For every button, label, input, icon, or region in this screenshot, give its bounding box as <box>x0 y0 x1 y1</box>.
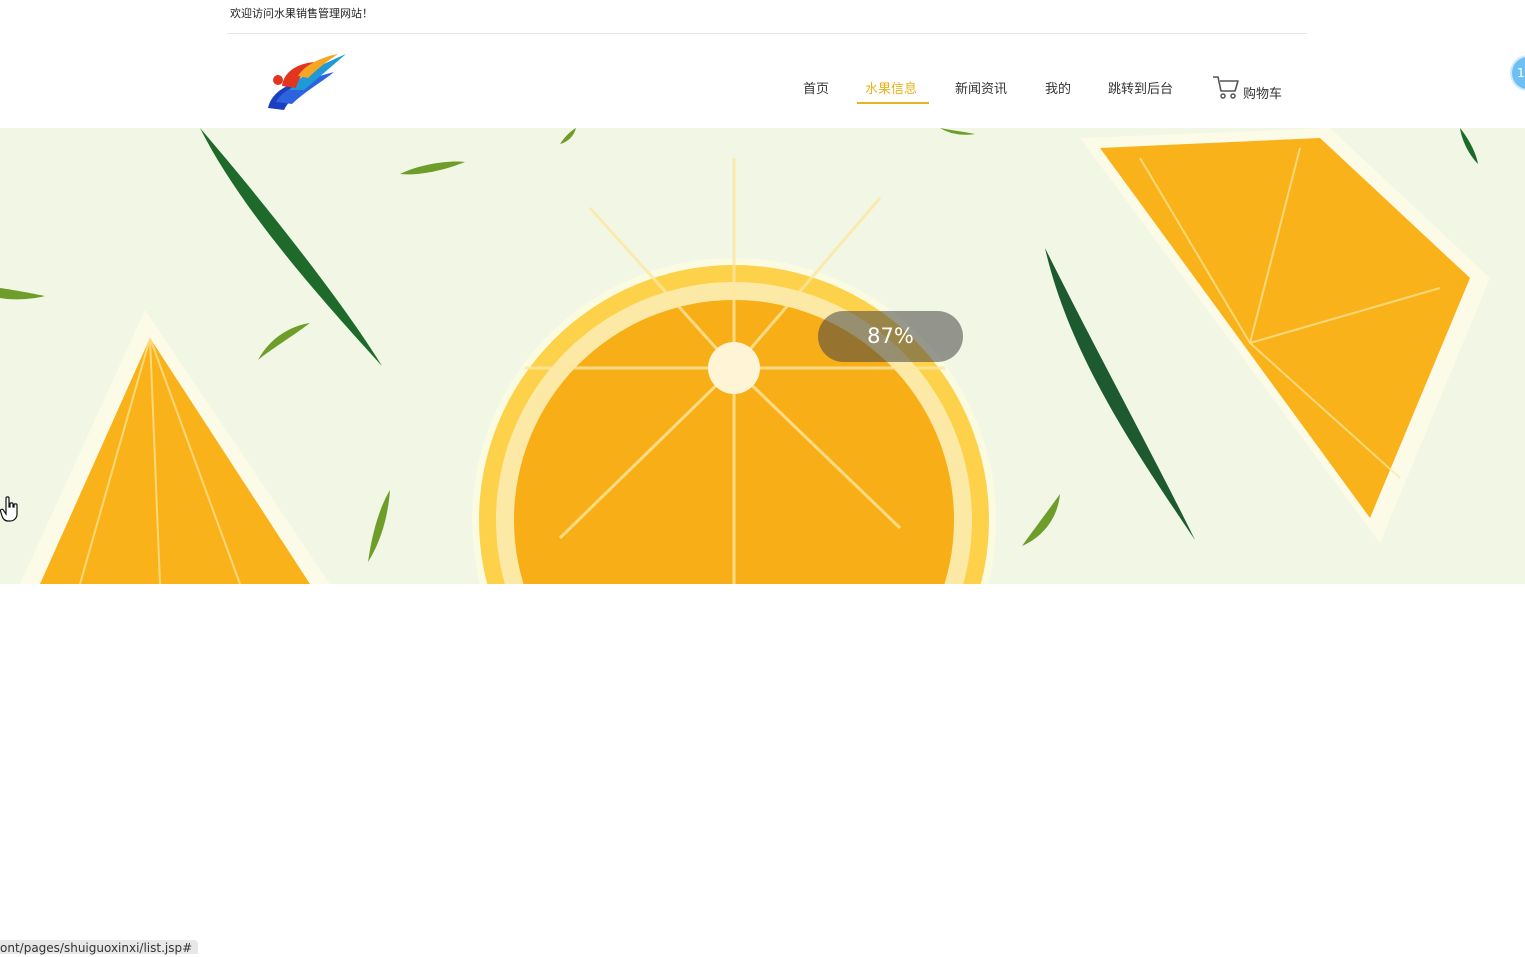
nav-active-underline <box>857 102 929 104</box>
main-nav: 首页 水果信息 新闻资讯 我的 跳转到后台 购物车 <box>0 34 1525 128</box>
welcome-text: 欢迎访问水果销售管理网站！ <box>230 7 373 20</box>
loading-progress-indicator: 87% <box>818 311 963 362</box>
banner-carousel[interactable]: 87% <box>0 128 1525 584</box>
hand-cursor-icon <box>0 496 18 522</box>
nav-mine[interactable]: 我的 <box>1045 78 1071 97</box>
status-bar-url: ont/pages/shuiguoxinxi/list.jsp# <box>0 940 199 955</box>
banner-image <box>0 128 1490 584</box>
cart-label: 购物车 <box>1243 87 1283 102</box>
nav-home[interactable]: 首页 <box>803 78 829 97</box>
nav-news[interactable]: 新闻资讯 <box>955 78 1007 97</box>
nav-admin[interactable]: 跳转到后台 <box>1108 78 1173 97</box>
nav-fruit-info[interactable]: 水果信息 <box>865 78 917 97</box>
cart-icon <box>1213 76 1239 99</box>
top-bar: 欢迎访问水果销售管理网站！ <box>227 0 1307 34</box>
header: 首页 水果信息 新闻资讯 我的 跳转到后台 购物车 <box>0 34 1525 128</box>
